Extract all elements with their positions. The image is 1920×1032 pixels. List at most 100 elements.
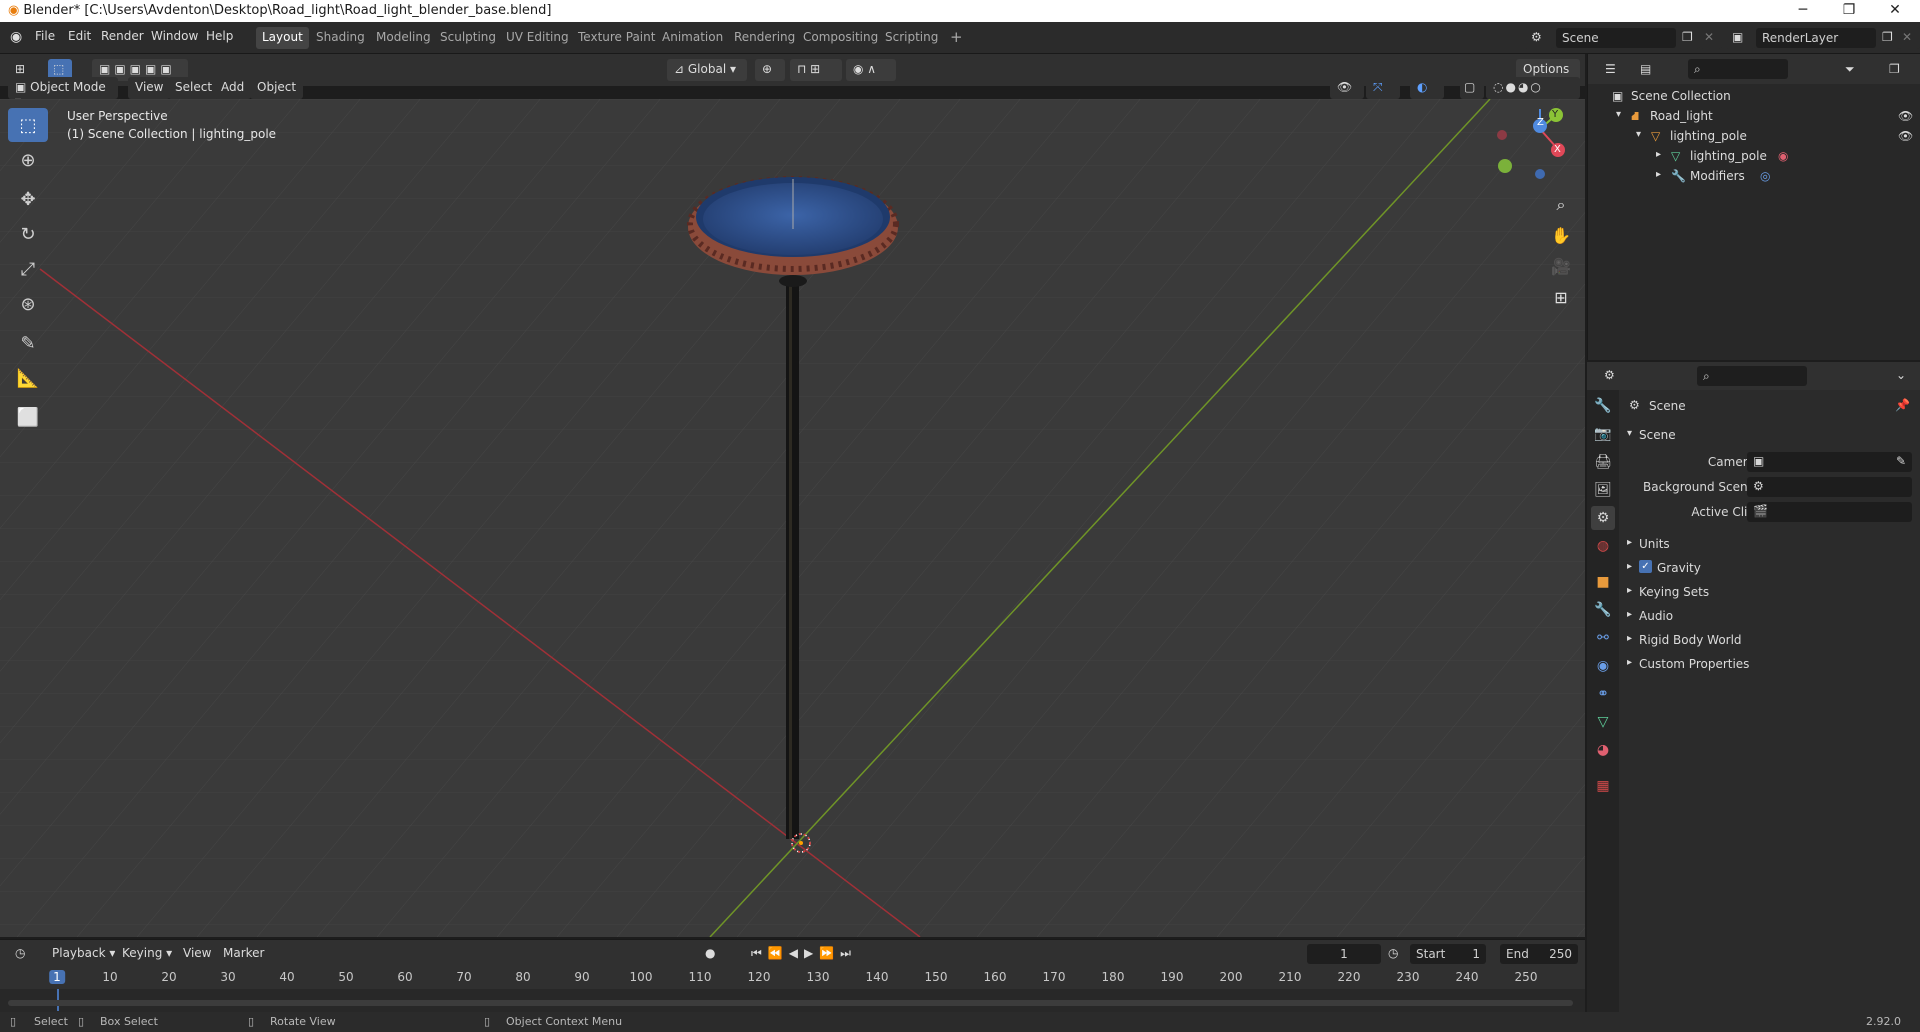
scale-tool-icon[interactable]: ⤢ [8, 252, 48, 286]
physics-tab-icon[interactable]: ◉ [1591, 654, 1615, 678]
camera-field[interactable]: ▣ ✎ [1747, 452, 1912, 472]
output-tab-icon[interactable]: 🖨 [1591, 450, 1615, 474]
expand-arrow-icon[interactable]: ▾ [1636, 129, 1641, 140]
viewport-menu-select[interactable]: Select [168, 77, 220, 99]
object-tab-icon[interactable]: ■ [1591, 570, 1615, 594]
select-box-tool-icon[interactable]: ⬚ [8, 108, 48, 142]
menu-file[interactable]: File [35, 29, 55, 43]
overlay-toggle-icon[interactable]: ◐ [1410, 77, 1444, 99]
menu-window[interactable]: Window [151, 29, 198, 43]
camera-view-icon[interactable]: 🎥 [1546, 251, 1576, 281]
collapse-arrow-icon[interactable]: ▸ [1656, 149, 1661, 160]
display-mode-icon[interactable]: ▤ [1633, 59, 1663, 81]
tab-compositing[interactable]: Compositing [797, 27, 884, 49]
visibility-eye-icon[interactable]: 👁 [1898, 109, 1913, 123]
tab-sculpting[interactable]: Sculpting [434, 27, 502, 49]
xray-icon[interactable]: ▢ [1460, 77, 1484, 99]
start-frame-field[interactable]: Start 1 [1410, 944, 1486, 964]
menu-render[interactable]: Render [101, 29, 144, 43]
background-scene-field[interactable]: ⚙ [1747, 477, 1912, 497]
rigid-body-world-panel-header[interactable]: ▸ Rigid Body World [1627, 629, 1915, 651]
scene-icon[interactable]: ⚙ [1524, 27, 1554, 49]
material-tab-icon[interactable]: ◕ [1591, 738, 1615, 762]
custom-properties-panel-header[interactable]: ▸ Custom Properties [1627, 653, 1915, 675]
tab-scripting[interactable]: Scripting [879, 27, 944, 49]
properties-search-input[interactable]: ⌕ [1697, 366, 1807, 386]
tab-modeling[interactable]: Modeling [370, 27, 437, 49]
particles-tab-icon[interactable]: ⚯ [1591, 626, 1615, 650]
units-panel-header[interactable]: ▸ Units [1627, 533, 1915, 555]
keying-sets-panel-header[interactable]: ▸ Keying Sets [1627, 581, 1915, 603]
record-icon[interactable]: ● ⌄ [698, 943, 734, 974]
delete-scene-icon[interactable]: ✕ [1700, 27, 1722, 49]
menu-help[interactable]: Help [206, 29, 233, 43]
viewport-menu-view[interactable]: View [128, 77, 171, 99]
measure-tool-icon[interactable]: 📐 [8, 361, 48, 395]
properties-options-icon[interactable]: ⌄ [1892, 365, 1914, 387]
tab-animation[interactable]: Animation [656, 27, 729, 49]
rotate-tool-icon[interactable]: ↻ [8, 217, 48, 251]
filter-icon[interactable]: ⏷ [1838, 59, 1872, 81]
menu-edit[interactable]: Edit [68, 29, 91, 43]
world-tab-icon[interactable]: ◍ [1591, 534, 1615, 558]
zoom-icon[interactable]: ⌕ [1546, 190, 1576, 220]
outliner-row-scene-collection[interactable]: ▣ Scene Collection [1588, 86, 1920, 106]
active-clip-field[interactable]: 🎬 [1747, 502, 1912, 522]
delete-renderlayer-icon[interactable]: ✕ [1898, 27, 1920, 49]
move-tool-icon[interactable]: ✥ [8, 182, 48, 216]
tab-rendering[interactable]: Rendering [728, 27, 801, 49]
viewport-menu-object[interactable]: Object [250, 77, 304, 99]
pan-hand-icon[interactable]: ✋ [1546, 220, 1576, 250]
gizmo-z-label[interactable]: Z [1537, 117, 1544, 128]
scene-tab-icon[interactable]: ⚙ [1591, 506, 1615, 530]
current-frame-field[interactable]: 1 [1307, 944, 1381, 964]
view-layer-tab-icon[interactable]: 🖼 [1591, 478, 1615, 502]
maximize-button[interactable]: ❐ [1826, 0, 1872, 22]
mode-dropdown[interactable]: ▣ Object Mode ▾ [8, 77, 118, 108]
collapse-arrow-icon[interactable]: ▸ [1656, 169, 1661, 180]
annotate-tool-icon[interactable]: ✎ [8, 326, 48, 360]
3d-viewport[interactable]: Z X Y User Perspective (1) Scene Collect… [0, 99, 1585, 937]
viewport-menu-add[interactable]: Add [214, 77, 252, 99]
end-frame-field[interactable]: End 250 [1500, 944, 1578, 964]
visibility-eye-icon[interactable]: 👁 [1898, 129, 1913, 143]
minimize-button[interactable]: ─ [1780, 0, 1826, 22]
preview-range-icon[interactable]: ◷ [1384, 943, 1408, 965]
close-button[interactable]: ✕ [1872, 0, 1918, 22]
tab-uv-editing[interactable]: UV Editing [500, 27, 575, 49]
new-scene-icon[interactable]: ❐ [1678, 27, 1700, 49]
outliner-row-lighting-pole-mesh[interactable]: ▸ ▽ lighting_pole ◉ [1588, 146, 1920, 166]
scene-panel-header[interactable]: ▾ Scene [1627, 424, 1915, 446]
timeline-editor-icon[interactable]: ◷ [8, 943, 40, 965]
tool-tab-icon[interactable]: 🔧 [1591, 394, 1615, 418]
playback-controls[interactable]: ⏮⏪◀▶⏩⏭ [744, 943, 862, 965]
outliner-row-modifiers[interactable]: ▸ 🔧 Modifiers ◎ [1588, 166, 1920, 186]
tab-texture-paint[interactable]: Texture Paint [572, 27, 661, 49]
modifier-tab-icon[interactable]: 🔧 [1591, 598, 1615, 622]
render-tab-icon[interactable]: 📷 [1591, 422, 1615, 446]
texture-tab-icon[interactable]: ▦ [1591, 774, 1615, 798]
expand-arrow-icon[interactable]: ▾ [1616, 109, 1621, 120]
outliner-row-road-light[interactable]: ▾ ⛘ Road_light 👁 [1588, 106, 1920, 126]
new-collection-icon[interactable]: ❐ [1882, 59, 1912, 81]
gizmo-toggle-icon[interactable]: ⤧ [1366, 77, 1400, 99]
eyedropper-icon[interactable]: ✎ [1896, 454, 1906, 468]
renderlayer-icon[interactable]: ▣ [1725, 27, 1755, 49]
timeline-menu-playback[interactable]: Playback ▾ [45, 943, 123, 965]
timeline-menu-marker[interactable]: Marker [216, 943, 272, 965]
timeline-menu-keying[interactable]: Keying ▾ [115, 943, 180, 965]
blender-menu-icon[interactable]: ◉ [10, 29, 22, 45]
timeline-menu-view[interactable]: View [176, 943, 219, 965]
cursor-tool-icon[interactable]: ⊕ [8, 143, 48, 177]
pin-icon[interactable]: 📌 [1895, 398, 1910, 412]
transform-tool-icon[interactable]: ⊛ [8, 287, 48, 321]
tab-shading[interactable]: Shading [310, 27, 371, 49]
gravity-checkbox[interactable]: ✓ [1639, 560, 1652, 573]
scene-field[interactable]: Scene [1556, 28, 1676, 48]
gizmo-x-label[interactable]: X [1554, 144, 1561, 155]
gravity-panel-header[interactable]: ▸ ✓ Gravity [1627, 557, 1915, 579]
new-renderlayer-icon[interactable]: ❐ [1878, 27, 1900, 49]
renderlayer-field[interactable]: RenderLayer [1756, 28, 1876, 48]
outliner-row-lighting-pole-object[interactable]: ▾ ▽ lighting_pole 👁 [1588, 126, 1920, 146]
timeline-scrollbar[interactable] [8, 1000, 1573, 1006]
